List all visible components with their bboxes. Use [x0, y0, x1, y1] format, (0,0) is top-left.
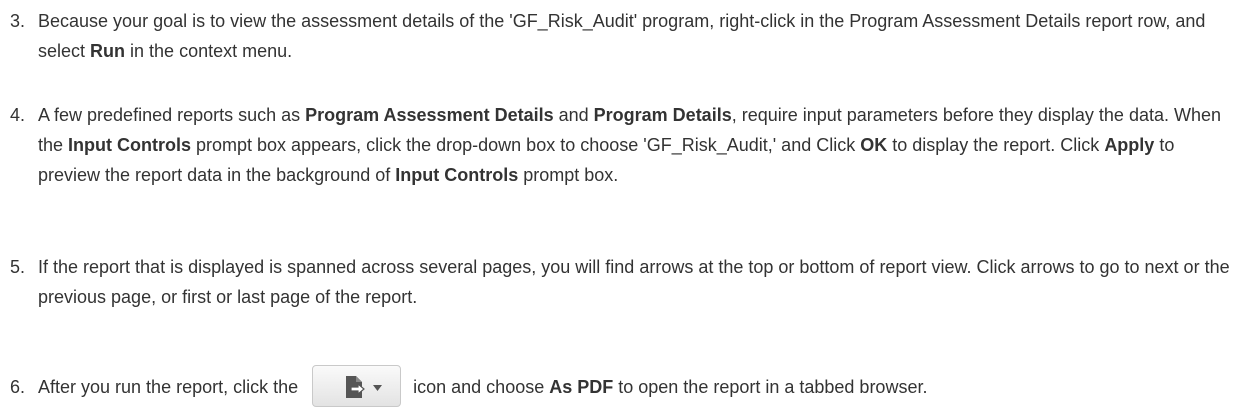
text-segment: icon and choose — [413, 377, 550, 397]
text-segment: After you run the report, click the — [38, 377, 299, 397]
step-text: After you run the report, click the icon … — [38, 365, 1235, 408]
bold-term-as-pdf: As PDF — [549, 377, 614, 397]
text-segment: prompt box. — [518, 165, 619, 185]
step-text: Because your goal is to view the assessm… — [38, 6, 1235, 66]
step-number: 3. — [10, 11, 26, 31]
export-document-icon — [346, 376, 366, 399]
bold-term-program-details: Program Details — [593, 105, 732, 125]
text-segment: in the context menu. — [125, 41, 293, 61]
bold-term-ok: OK — [860, 135, 888, 155]
chevron-down-icon — [373, 385, 383, 392]
step-5: 5. If the report that is displayed is sp… — [10, 252, 1235, 312]
text-segment: to open the report in a tabbed browser. — [613, 377, 928, 397]
step-number: 5. — [10, 257, 26, 277]
text-segment: to display the report. Click — [887, 135, 1105, 155]
step-number: 4. — [10, 105, 26, 125]
export-button-illustration — [312, 365, 402, 408]
bold-term-run: Run — [90, 41, 126, 61]
step-3: 3. Because your goal is to view the asse… — [10, 6, 1235, 66]
bold-term-program-assessment-details: Program Assessment Details — [305, 105, 554, 125]
step-text: A few predefined reports such as Program… — [38, 100, 1235, 190]
step-number: 6. — [10, 377, 26, 397]
text-segment: prompt box appears, click the drop-down … — [191, 135, 861, 155]
step-6: 6. After you run the report, click the ic… — [10, 365, 1235, 408]
step-text: If the report that is displayed is spann… — [38, 252, 1235, 312]
bold-term-input-controls: Input Controls — [68, 135, 192, 155]
text-segment: and — [553, 105, 594, 125]
bold-term-input-controls: Input Controls — [395, 165, 519, 185]
step-4: 4. A few predefined reports such as Prog… — [10, 100, 1235, 190]
text-segment: If the report that is displayed is spann… — [38, 257, 1230, 307]
text-segment: A few predefined reports such as — [38, 105, 306, 125]
bold-term-apply: Apply — [1104, 135, 1155, 155]
